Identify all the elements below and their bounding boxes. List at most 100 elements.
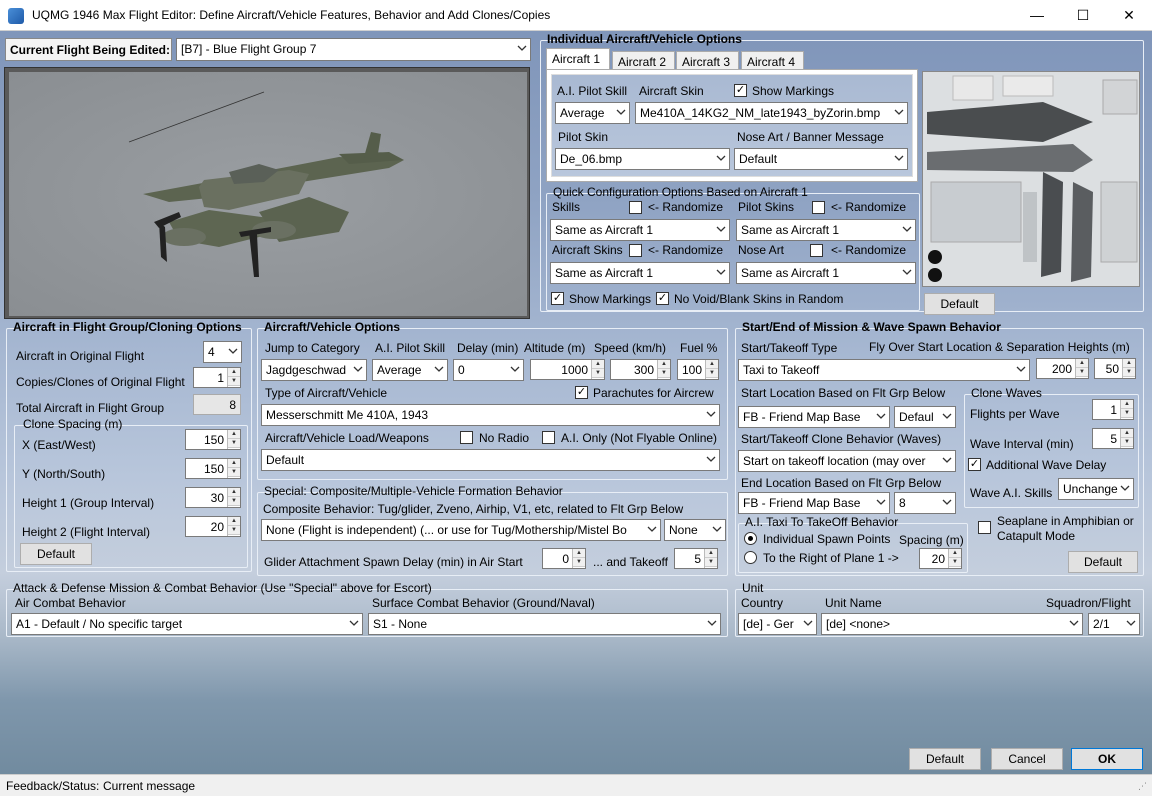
arrow-up-icon[interactable]: ▲ [228, 488, 240, 497]
skin-default-button[interactable]: Default [924, 293, 995, 315]
air-combat-select[interactable]: A1 - Default / No specific target [11, 613, 363, 635]
unit-name-select[interactable]: [de] <none> [821, 613, 1083, 635]
start-location-select[interactable]: FB - Friend Map Base [738, 406, 890, 428]
fuel-stepper[interactable]: 100 ▲ ▼ [677, 359, 719, 380]
arrow-down-icon[interactable]: ▼ [1121, 409, 1133, 418]
spawn-points-radio[interactable] [744, 532, 757, 545]
stepper-arrows[interactable]: ▲ ▼ [227, 459, 240, 478]
quick-nose-art-select[interactable]: Same as Aircraft 1 [736, 262, 916, 284]
wave-skills-select[interactable]: Unchange [1058, 478, 1134, 500]
wave-interval-stepper[interactable]: 5 ▲ ▼ [1092, 428, 1134, 449]
flyover-height1-stepper[interactable]: 200 ▲ ▼ [1036, 358, 1089, 379]
height2-stepper[interactable]: 20 ▲ ▼ [185, 516, 241, 537]
arrow-up-icon[interactable]: ▲ [228, 459, 240, 468]
stepper-arrows[interactable]: ▲ ▼ [1075, 359, 1088, 378]
stepper-arrows[interactable]: ▲ ▼ [591, 360, 604, 379]
vehicle-skill-select[interactable]: Average [372, 359, 448, 381]
arrow-up-icon[interactable]: ▲ [592, 360, 604, 369]
close-button[interactable]: ✕ [1106, 0, 1152, 31]
speed-stepper[interactable]: 300 ▲ ▼ [610, 359, 671, 380]
arrow-up-icon[interactable]: ▲ [1123, 359, 1135, 368]
stepper-arrows[interactable]: ▲ ▼ [572, 549, 585, 568]
pilot-skin-select[interactable]: De_06.bmp [555, 148, 730, 170]
arrow-down-icon[interactable]: ▼ [228, 377, 240, 386]
flights-per-wave-stepper[interactable]: 1 ▲ ▼ [1092, 399, 1134, 420]
stepper-arrows[interactable]: ▲ ▼ [948, 549, 961, 568]
arrow-up-icon[interactable]: ▲ [573, 549, 585, 558]
glider-air-stepper[interactable]: 0 ▲ ▼ [542, 548, 586, 569]
arrow-up-icon[interactable]: ▲ [706, 360, 718, 369]
orig-flight-select[interactable]: 4 [203, 341, 242, 363]
cancel-button[interactable]: Cancel [991, 748, 1063, 770]
stepper-arrows[interactable]: ▲ ▼ [227, 430, 240, 449]
squadron-select[interactable]: 2/1 [1088, 613, 1140, 635]
footer-default-button[interactable]: Default [909, 748, 981, 770]
arrow-down-icon[interactable]: ▼ [573, 558, 585, 567]
arrow-up-icon[interactable]: ▲ [949, 549, 961, 558]
maximize-button[interactable]: ☐ [1060, 0, 1106, 31]
stepper-arrows[interactable]: ▲ ▼ [657, 360, 670, 379]
tab-aircraft-2[interactable]: Aircraft 2 [612, 51, 675, 71]
parachutes-checkbox[interactable]: ✓ [575, 386, 588, 399]
minimize-button[interactable]: — [1014, 0, 1060, 31]
y-spacing-stepper[interactable]: 150 ▲ ▼ [185, 458, 241, 479]
seaplane-checkbox[interactable] [978, 521, 991, 534]
arrow-up-icon[interactable]: ▲ [1121, 429, 1133, 438]
tab-aircraft-1[interactable]: Aircraft 1 [546, 48, 610, 70]
nose-art-randomize-checkbox[interactable] [810, 244, 823, 257]
arrow-down-icon[interactable]: ▼ [1123, 368, 1135, 377]
quick-pilot-skins-select[interactable]: Same as Aircraft 1 [736, 219, 916, 241]
start-location-target-select[interactable]: Defaul [894, 406, 956, 428]
stepper-arrows[interactable]: ▲ ▼ [1120, 400, 1133, 419]
arrow-down-icon[interactable]: ▼ [658, 369, 670, 378]
additional-delay-checkbox[interactable]: ✓ [968, 458, 981, 471]
resize-grip-icon[interactable]: ⋰ [1138, 781, 1147, 792]
nose-art-select[interactable]: Default [734, 148, 908, 170]
stepper-arrows[interactable]: ▲ ▼ [704, 549, 717, 568]
skills-randomize-checkbox[interactable] [629, 201, 642, 214]
clone-behavior-select[interactable]: Start on takeoff location (may over [738, 450, 956, 472]
copies-stepper[interactable]: 1 ▲ ▼ [193, 367, 241, 388]
arrow-up-icon[interactable]: ▲ [1121, 400, 1133, 409]
no-void-checkbox[interactable]: ✓ [656, 292, 669, 305]
show-markings-checkbox[interactable]: ✓ [734, 84, 747, 97]
arrow-down-icon[interactable]: ▼ [592, 369, 604, 378]
x-spacing-stepper[interactable]: 150 ▲ ▼ [185, 429, 241, 450]
end-location-target-select[interactable]: 8 [894, 492, 956, 514]
quick-show-markings-checkbox[interactable]: ✓ [551, 292, 564, 305]
arrow-down-icon[interactable]: ▼ [228, 439, 240, 448]
right-of-plane-radio[interactable] [744, 551, 757, 564]
no-radio-checkbox[interactable] [460, 431, 473, 444]
stepper-arrows[interactable]: ▲ ▼ [227, 488, 240, 507]
aircraft-skin-select[interactable]: Me410A_14KG2_NM_late1943_byZorin.bmp [635, 102, 908, 124]
start-default-button[interactable]: Default [1068, 551, 1138, 573]
ok-button[interactable]: OK [1071, 748, 1143, 770]
ai-only-checkbox[interactable] [542, 431, 555, 444]
jump-category-select[interactable]: Jagdgeschwad [261, 359, 367, 381]
arrow-up-icon[interactable]: ▲ [705, 549, 717, 558]
arrow-up-icon[interactable]: ▲ [658, 360, 670, 369]
spacing-default-button[interactable]: Default [20, 543, 92, 565]
delay-select[interactable]: 0 [453, 359, 524, 381]
vehicle-type-select[interactable]: Messerschmitt Me 410A, 1943 [261, 404, 720, 426]
tab-aircraft-3[interactable]: Aircraft 3 [676, 51, 739, 71]
arrow-down-icon[interactable]: ▼ [228, 497, 240, 506]
arrow-up-icon[interactable]: ▲ [228, 517, 240, 526]
quick-skills-select[interactable]: Same as Aircraft 1 [550, 219, 730, 241]
taxi-spacing-stepper[interactable]: 20 ▲ ▼ [919, 548, 962, 569]
arrow-up-icon[interactable]: ▲ [1076, 359, 1088, 368]
stepper-arrows[interactable]: ▲ ▼ [1120, 429, 1133, 448]
flyover-height2-stepper[interactable]: 50 ▲ ▼ [1094, 358, 1136, 379]
arrow-down-icon[interactable]: ▼ [705, 558, 717, 567]
arrow-down-icon[interactable]: ▼ [706, 369, 718, 378]
stepper-arrows[interactable]: ▲ ▼ [227, 517, 240, 536]
pilot-skill-select[interactable]: Average [555, 102, 630, 124]
arrow-down-icon[interactable]: ▼ [1121, 438, 1133, 447]
composite-target-select[interactable]: None [664, 519, 726, 541]
arrow-up-icon[interactable]: ▲ [228, 368, 240, 377]
country-select[interactable]: [de] - Ger [738, 613, 817, 635]
glider-takeoff-stepper[interactable]: 5 ▲ ▼ [674, 548, 718, 569]
end-location-select[interactable]: FB - Friend Map Base [738, 492, 890, 514]
composite-select[interactable]: None (Flight is independent) (... or use… [261, 519, 661, 541]
arrow-down-icon[interactable]: ▼ [228, 526, 240, 535]
